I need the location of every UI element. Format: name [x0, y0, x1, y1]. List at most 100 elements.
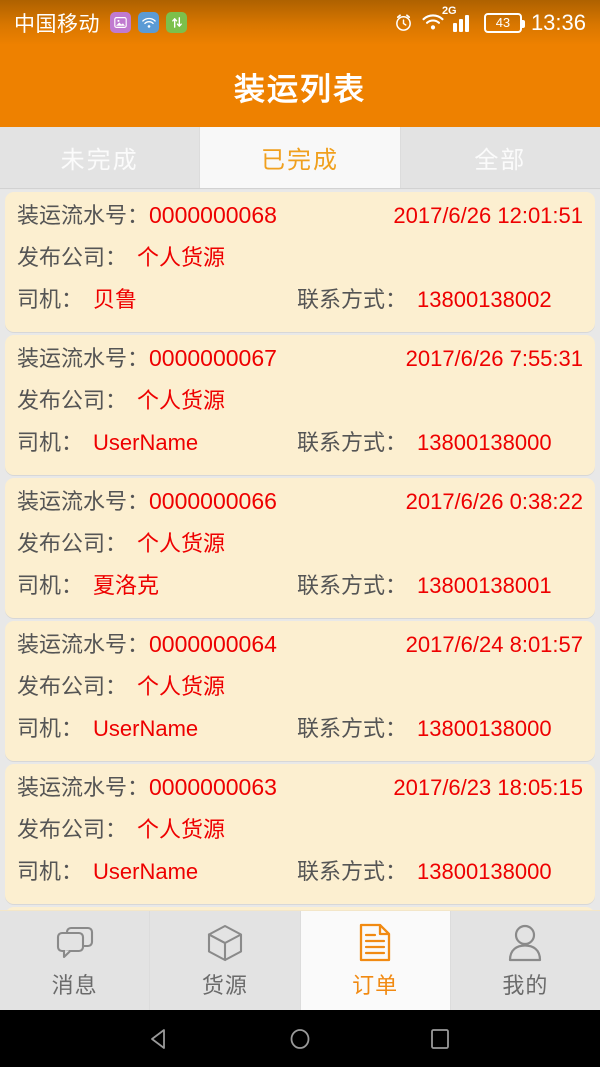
company-row: 发布公司： 个人货源 — [5, 812, 595, 854]
contact-label: 联系方式： — [297, 287, 408, 312]
tab-completed[interactable]: 已完成 — [199, 127, 400, 188]
serial-label: 装运流水号： — [17, 489, 150, 514]
nav-item-profile[interactable]: 我的 — [449, 911, 600, 1010]
company-value: 个人货源 — [137, 245, 226, 270]
nav-item-messages-label: 消息 — [51, 972, 98, 998]
wifi-plus-icon — [138, 12, 159, 33]
cube-box-icon — [206, 922, 244, 964]
tab-bar: 未完成 已完成 全部 — [0, 127, 600, 189]
serial-value: 0000000068 — [149, 202, 277, 228]
date-value: 2017/6/23 18:05:15 — [393, 775, 583, 800]
status-bar: 中国移动 2G 43 13:36 — [0, 0, 600, 45]
gallery-icon — [110, 12, 131, 33]
driver-contact-row: 司机： 贝鲁 联系方式： 13800138002 — [5, 282, 595, 324]
tab-all-label: 全部 — [474, 147, 527, 174]
shipment-list[interactable]: 装运流水号： 0000000068 2017/6/26 12:01:51 发布公… — [0, 190, 600, 910]
tab-completed-label: 已完成 — [260, 147, 339, 174]
serial-label: 装运流水号： — [17, 203, 150, 228]
company-row: 发布公司： 个人货源 — [5, 669, 595, 711]
android-navigation-bar — [0, 1010, 600, 1067]
company-value: 个人货源 — [137, 388, 226, 413]
recents-square-icon[interactable] — [423, 1022, 457, 1056]
driver-value: UserName — [93, 859, 199, 884]
contact-value[interactable]: 13800138000 — [417, 430, 552, 456]
driver-contact-row: 司机： UserName 联系方式： 13800138000 — [5, 854, 595, 896]
driver-contact-row: 司机： UserName 联系方式： 13800138000 — [5, 425, 595, 467]
contact-value[interactable]: 13800138001 — [417, 573, 552, 599]
list-item[interactable]: 装运流水号： 0000000064 2017/6/24 8:01:57 发布公司… — [5, 621, 595, 761]
status-bar-notification-icons — [110, 12, 187, 33]
contact-value[interactable]: 13800138000 — [417, 716, 552, 742]
driver-contact-row: 司机： UserName 联系方式： 13800138000 — [5, 711, 595, 753]
company-label: 发布公司： — [17, 674, 128, 699]
page-title: 装运列表 — [234, 71, 366, 107]
driver-label: 司机： — [17, 287, 84, 312]
driver-label: 司机： — [17, 859, 84, 884]
data-transfer-icon — [166, 12, 187, 33]
contact-label: 联系方式： — [297, 716, 408, 741]
back-triangle-icon[interactable] — [143, 1022, 177, 1056]
nav-item-orders-label: 订单 — [352, 972, 399, 998]
serial-row: 装运流水号： 0000000067 2017/6/26 7:55:31 — [5, 341, 595, 383]
company-value: 个人货源 — [137, 674, 226, 699]
company-value: 个人货源 — [137, 817, 226, 842]
company-row: 发布公司： 个人货源 — [5, 240, 595, 282]
contact-label: 联系方式： — [297, 859, 408, 884]
driver-label: 司机： — [17, 716, 84, 741]
title-bar: 装运列表 — [0, 45, 600, 127]
date-value: 2017/6/24 8:01:57 — [405, 632, 583, 657]
carrier-label: 中国移动 — [14, 12, 100, 36]
driver-value: 贝鲁 — [93, 287, 138, 312]
tab-incomplete-label: 未完成 — [60, 147, 139, 174]
serial-value: 0000000066 — [149, 488, 277, 514]
list-item[interactable]: 装运流水号： 0000000066 2017/6/26 0:38:22 发布公司… — [5, 478, 595, 618]
company-row: 发布公司： 个人货源 — [5, 383, 595, 425]
driver-label: 司机： — [17, 430, 84, 455]
driver-value: UserName — [93, 716, 199, 741]
date-value: 2017/6/26 12:01:51 — [393, 203, 583, 228]
signal-bars-icon: 2G — [442, 5, 475, 32]
contact-label: 联系方式： — [297, 573, 408, 598]
company-label: 发布公司： — [17, 817, 128, 842]
clock-label: 13:36 — [530, 9, 586, 35]
tab-all[interactable]: 全部 — [399, 127, 600, 188]
nav-item-profile-label: 我的 — [502, 972, 549, 998]
company-row: 发布公司： 个人货源 — [5, 526, 595, 568]
list-item[interactable]: 装运流水号： 0000000067 2017/6/26 7:55:31 发布公司… — [5, 335, 595, 475]
person-icon — [507, 922, 543, 964]
contact-value[interactable]: 13800138000 — [417, 859, 552, 885]
document-icon — [358, 922, 392, 964]
list-item[interactable]: 装运流水号： 0000000063 2017/6/23 18:05:15 发布公… — [5, 764, 595, 904]
contact-label: 联系方式： — [297, 430, 408, 455]
serial-row: 装运流水号： 0000000068 2017/6/26 12:01:51 — [5, 198, 595, 240]
nav-item-orders[interactable]: 订单 — [299, 911, 450, 1010]
driver-value: UserName — [93, 430, 199, 455]
serial-label: 装运流水号： — [17, 346, 150, 371]
nav-item-cargo[interactable]: 货源 — [149, 911, 300, 1010]
nav-item-messages[interactable]: 消息 — [0, 911, 150, 1010]
contact-value[interactable]: 13800138002 — [417, 287, 552, 313]
date-value: 2017/6/26 7:55:31 — [405, 346, 583, 371]
company-label: 发布公司： — [17, 245, 128, 270]
alarm-clock-icon — [394, 13, 413, 32]
company-label: 发布公司： — [17, 388, 128, 413]
serial-row: 装运流水号： 0000000066 2017/6/26 0:38:22 — [5, 484, 595, 526]
app-root: 中国移动 2G 43 13:36 装运列表 未完成 已完成 全部 装运流水号： … — [0, 0, 600, 1067]
tab-incomplete[interactable]: 未完成 — [0, 127, 200, 188]
home-circle-icon[interactable] — [283, 1022, 317, 1056]
list-item[interactable]: 装运流水号： 0000000068 2017/6/26 12:01:51 发布公… — [5, 192, 595, 332]
serial-row: 装运流水号： 0000000064 2017/6/24 8:01:57 — [5, 627, 595, 669]
date-value: 2017/6/26 0:38:22 — [405, 489, 583, 514]
chat-bubbles-icon — [56, 922, 94, 964]
serial-value: 0000000063 — [149, 774, 277, 800]
driver-value: 夏洛克 — [93, 573, 160, 598]
battery-indicator: 43 — [483, 12, 525, 33]
serial-row: 装运流水号： 0000000063 2017/6/23 18:05:15 — [5, 770, 595, 812]
battery-level-label: 43 — [495, 15, 511, 30]
nav-item-cargo-label: 货源 — [201, 972, 248, 998]
serial-label: 装运流水号： — [17, 632, 150, 657]
company-label: 发布公司： — [17, 531, 128, 556]
serial-value: 0000000064 — [149, 631, 277, 657]
status-bar-system-icons: 2G 43 13:36 — [394, 5, 586, 36]
driver-contact-row: 司机： 夏洛克 联系方式： 13800138001 — [5, 568, 595, 610]
